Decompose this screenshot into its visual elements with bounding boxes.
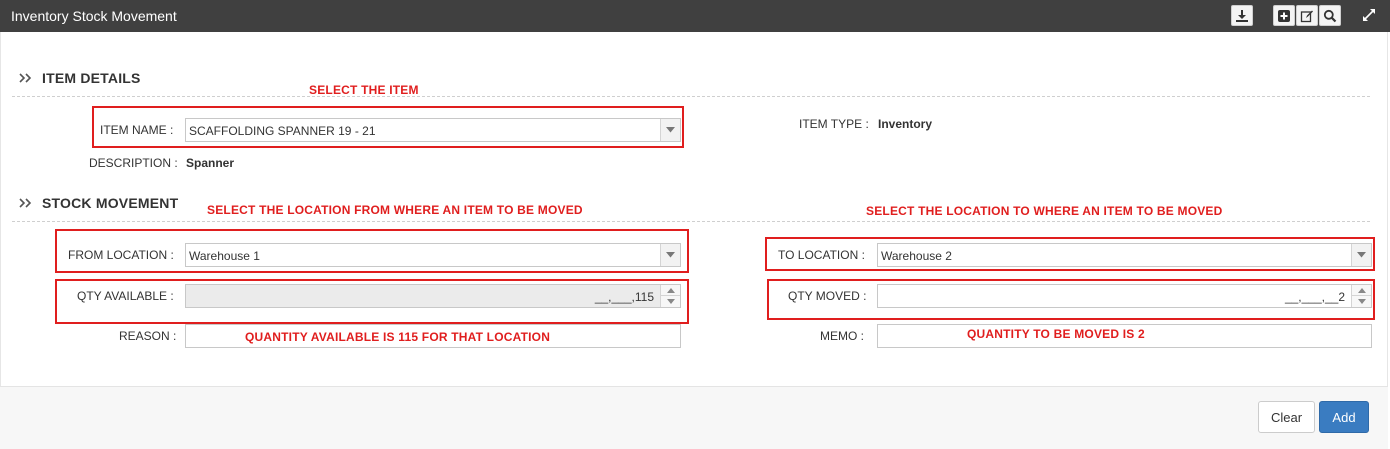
qty-available-value: __,___,115 xyxy=(594,290,654,304)
annotation-qty-available-note: QUANTITY AVAILABLE IS 115 FOR THAT LOCAT… xyxy=(245,330,551,344)
spinner-down-icon[interactable] xyxy=(1352,296,1371,307)
window-titlebar: Inventory Stock Movement xyxy=(0,0,1390,32)
item-name-value: SCAFFOLDING SPANNER 19 - 21 xyxy=(189,124,376,138)
annotation-select-from: SELECT THE LOCATION FROM WHERE AN ITEM T… xyxy=(207,203,583,217)
section-divider xyxy=(12,96,1370,97)
to-location-value: Warehouse 2 xyxy=(881,249,952,263)
from-location-select[interactable]: Warehouse 1 xyxy=(185,243,681,267)
edit-icon xyxy=(1300,10,1313,22)
stock-movement-heading: STOCK MOVEMENT xyxy=(18,195,178,211)
search-button[interactable] xyxy=(1319,5,1341,26)
clear-button[interactable]: Clear xyxy=(1258,401,1315,433)
to-location-dropdown-caret[interactable] xyxy=(1351,244,1371,266)
edit-record-button[interactable] xyxy=(1296,5,1318,26)
annotation-qty-moved-note: QUANTITY TO BE MOVED IS 2 xyxy=(967,327,1145,341)
item-type-value: Inventory xyxy=(878,117,933,131)
description-label: DESCRIPTION : xyxy=(89,156,178,170)
from-location-label: FROM LOCATION : xyxy=(68,248,174,262)
qty-moved-input[interactable]: __,___,__2 xyxy=(877,284,1372,308)
download-icon xyxy=(1236,9,1248,22)
item-details-heading: ITEM DETAILS xyxy=(18,70,141,86)
annotation-select-to: SELECT THE LOCATION TO WHERE AN ITEM TO … xyxy=(866,204,1223,218)
caret-down-icon xyxy=(666,127,675,133)
qty-available-spinner xyxy=(660,285,680,307)
from-location-dropdown-caret[interactable] xyxy=(660,244,680,266)
item-type-label: ITEM TYPE : xyxy=(799,117,869,131)
qty-available-label: QTY AVAILABLE : xyxy=(77,289,174,303)
qty-moved-spinner[interactable] xyxy=(1351,285,1371,307)
qty-available-input: __,___,115 xyxy=(185,284,681,308)
item-name-dropdown-caret[interactable] xyxy=(660,119,680,141)
add-button[interactable]: Add xyxy=(1319,401,1369,433)
to-location-label: TO LOCATION : xyxy=(778,248,865,262)
stock-movement-heading-text: STOCK MOVEMENT xyxy=(42,195,179,211)
item-name-select[interactable]: SCAFFOLDING SPANNER 19 - 21 xyxy=(185,118,681,142)
description-value: Spanner xyxy=(186,156,235,170)
reason-label: REASON : xyxy=(119,329,177,343)
spinner-up-icon xyxy=(661,285,680,296)
item-details-heading-text: ITEM DETAILS xyxy=(42,70,141,86)
expand-icon xyxy=(1363,9,1375,21)
spinner-up-icon[interactable] xyxy=(1352,285,1371,296)
search-icon xyxy=(1323,9,1337,22)
caret-down-icon xyxy=(666,252,675,258)
item-name-label: ITEM NAME : xyxy=(100,123,174,137)
caret-down-icon xyxy=(1357,252,1366,258)
download-button[interactable] xyxy=(1231,5,1253,26)
memo-label: MEMO : xyxy=(820,329,864,343)
double-chevron-right-icon xyxy=(19,198,32,208)
double-chevron-right-icon xyxy=(19,73,32,83)
window-title: Inventory Stock Movement xyxy=(11,8,177,24)
qty-moved-label: QTY MOVED : xyxy=(788,289,867,303)
plus-square-icon xyxy=(1278,9,1290,22)
from-location-value: Warehouse 1 xyxy=(189,249,260,263)
qty-moved-value: __,___,__2 xyxy=(1284,290,1345,304)
add-record-button[interactable] xyxy=(1273,5,1295,26)
spinner-down-icon xyxy=(661,296,680,307)
expand-button[interactable] xyxy=(1360,6,1378,24)
section-divider xyxy=(12,221,1370,222)
form-footer xyxy=(0,386,1388,449)
annotation-select-item: SELECT THE ITEM xyxy=(309,83,419,97)
to-location-select[interactable]: Warehouse 2 xyxy=(877,243,1372,267)
